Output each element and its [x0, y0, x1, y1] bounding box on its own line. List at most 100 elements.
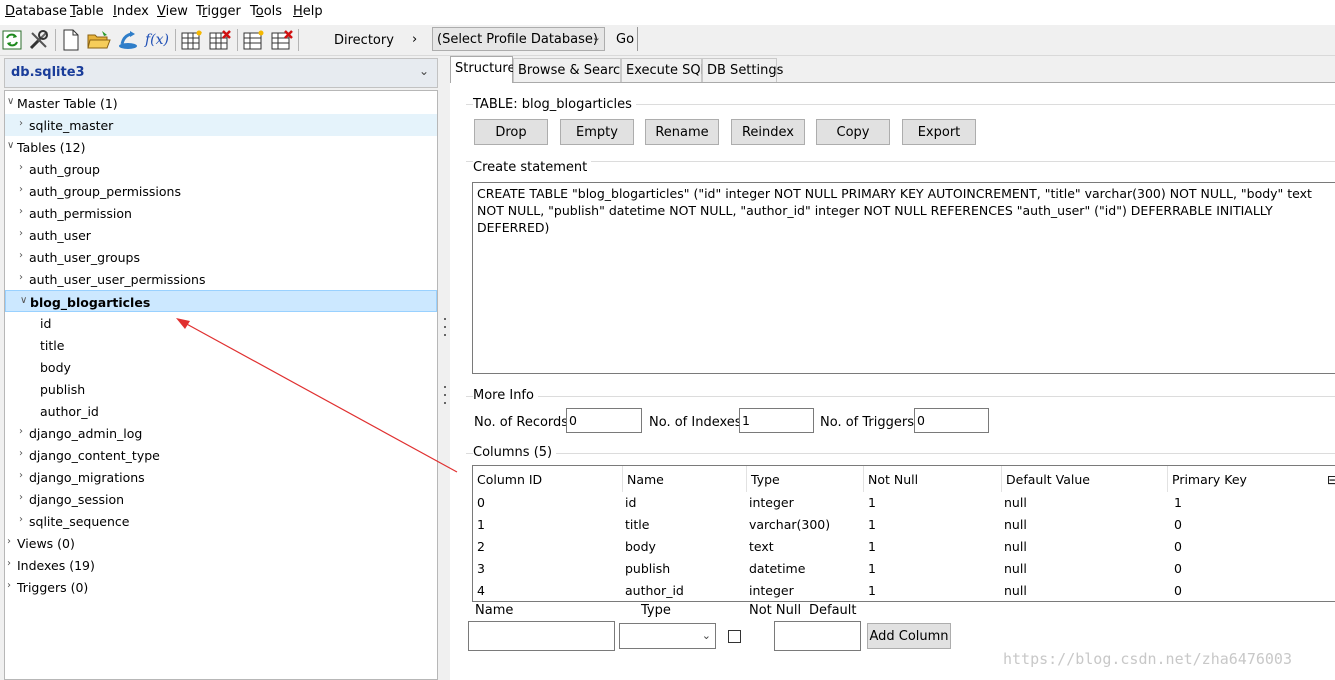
- rename-button[interactable]: Rename: [645, 119, 719, 145]
- tree-table-item[interactable]: › auth_group: [5, 158, 437, 180]
- column-menu-icon[interactable]: ⊟: [1325, 466, 1335, 492]
- chevron-right-icon[interactable]: ›: [19, 228, 29, 239]
- column-header[interactable]: Default Value: [1002, 466, 1168, 492]
- function-icon[interactable]: f(x): [144, 28, 170, 52]
- copy-button[interactable]: Copy: [816, 119, 890, 145]
- tree-column-item[interactable]: id: [5, 312, 437, 334]
- table-cell[interactable]: 1: [864, 580, 880, 601]
- tree-table-item[interactable]: › django_session: [5, 488, 437, 510]
- column-type-select[interactable]: ⌄: [619, 623, 716, 649]
- panel-splitter[interactable]: [440, 56, 450, 680]
- chevron-right-icon[interactable]: ›: [19, 162, 29, 173]
- create-statement-text[interactable]: CREATE TABLE "blog_blogarticles" ("id" i…: [472, 182, 1335, 374]
- table-cell[interactable]: 0: [473, 492, 489, 514]
- table-cell[interactable]: 4: [473, 580, 489, 601]
- go-button[interactable]: Go: [610, 27, 638, 51]
- records-field[interactable]: 0: [566, 408, 642, 433]
- column-default-input[interactable]: [774, 621, 861, 651]
- table-cell[interactable]: 1: [1170, 492, 1186, 514]
- table-cell[interactable]: 1: [864, 558, 880, 580]
- table-cell[interactable]: 0: [1170, 514, 1186, 536]
- directory-arrow-icon[interactable]: ›: [412, 32, 417, 47]
- table-cell[interactable]: null: [1000, 558, 1031, 580]
- tree-table-item[interactable]: › sqlite_master: [5, 114, 437, 136]
- triggers-field[interactable]: 0: [914, 408, 989, 433]
- chevron-right-icon[interactable]: ›: [19, 206, 29, 217]
- refresh-icon[interactable]: [0, 28, 24, 52]
- tree-table-item[interactable]: › sqlite_sequence: [5, 510, 437, 532]
- tree-table-item[interactable]: › django_migrations: [5, 466, 437, 488]
- chevron-right-icon[interactable]: ›: [7, 580, 17, 591]
- table-cell[interactable]: author_id: [621, 580, 688, 601]
- tree-table-item[interactable]: › auth_user: [5, 224, 437, 246]
- table-cell[interactable]: publish: [621, 558, 674, 580]
- indexes-field[interactable]: 1: [739, 408, 814, 433]
- chevron-right-icon[interactable]: ›: [19, 470, 29, 481]
- chevron-right-icon[interactable]: ›: [19, 118, 29, 129]
- table-cell[interactable]: null: [1000, 580, 1031, 601]
- table-cell[interactable]: datetime: [745, 558, 809, 580]
- export-button[interactable]: Export: [902, 119, 976, 145]
- table-cell[interactable]: id: [621, 492, 640, 514]
- tree-group-item[interactable]: › Views (0): [5, 532, 437, 554]
- empty-button[interactable]: Empty: [560, 119, 634, 145]
- table-cell[interactable]: 1: [473, 514, 489, 536]
- table-cell[interactable]: 1: [864, 536, 880, 558]
- tree-column-item[interactable]: body: [5, 356, 437, 378]
- table-cell[interactable]: 3: [473, 558, 489, 580]
- new-index-icon[interactable]: [242, 28, 266, 52]
- table-cell[interactable]: 2: [473, 536, 489, 558]
- menu-database[interactable]: Database: [5, 4, 67, 19]
- new-file-icon[interactable]: [59, 28, 83, 52]
- table-cell[interactable]: null: [1000, 536, 1031, 558]
- drop-button[interactable]: Drop: [474, 119, 548, 145]
- chevron-right-icon[interactable]: ›: [7, 536, 17, 547]
- chevron-down-icon[interactable]: ∨: [7, 96, 17, 107]
- table-cell[interactable]: varchar(300): [745, 514, 834, 536]
- column-header[interactable]: Column ID: [473, 466, 623, 492]
- connect-icon[interactable]: [116, 28, 140, 52]
- chevron-right-icon[interactable]: ›: [19, 184, 29, 195]
- tree-group-item[interactable]: ∨ Master Table (1): [5, 92, 437, 114]
- tree-table-item[interactable]: › auth_user_groups: [5, 246, 437, 268]
- table-cell[interactable]: integer: [745, 492, 798, 514]
- open-folder-icon[interactable]: [87, 28, 111, 52]
- chevron-down-icon[interactable]: ∨: [7, 140, 17, 151]
- table-cell[interactable]: 1: [864, 492, 880, 514]
- tree-column-item[interactable]: publish: [5, 378, 437, 400]
- table-cell[interactable]: body: [621, 536, 660, 558]
- add-column-button[interactable]: Add Column: [867, 623, 951, 649]
- menu-table[interactable]: Table: [70, 4, 104, 19]
- database-select[interactable]: db.sqlite3 ⌄: [4, 58, 438, 88]
- chevron-right-icon[interactable]: ›: [19, 492, 29, 503]
- profile-database-select[interactable]: (Select Profile Database) ⌄: [432, 27, 605, 51]
- column-header[interactable]: Type: [747, 466, 864, 492]
- tree-group-item[interactable]: › Triggers (0): [5, 576, 437, 598]
- chevron-right-icon[interactable]: ›: [19, 250, 29, 261]
- tree-table-item[interactable]: › django_admin_log: [5, 422, 437, 444]
- tree-column-item[interactable]: author_id: [5, 400, 437, 422]
- menu-view[interactable]: View: [157, 4, 188, 19]
- chevron-right-icon[interactable]: ›: [19, 448, 29, 459]
- table-cell[interactable]: null: [1000, 514, 1031, 536]
- drop-index-icon[interactable]: [270, 28, 294, 52]
- chevron-right-icon[interactable]: ›: [7, 558, 17, 569]
- tab-structure[interactable]: Structure: [450, 56, 515, 83]
- chevron-right-icon[interactable]: ›: [19, 426, 29, 437]
- tree-table-item[interactable]: › auth_permission: [5, 202, 437, 224]
- column-header[interactable]: Name: [623, 466, 747, 492]
- menu-help[interactable]: Help: [293, 4, 323, 19]
- column-header[interactable]: Primary Key: [1168, 466, 1335, 492]
- tree-table-item[interactable]: ∨ blog_blogarticles: [5, 290, 437, 312]
- table-cell[interactable]: 0: [1170, 536, 1186, 558]
- reindex-button[interactable]: Reindex: [731, 119, 805, 145]
- chevron-down-icon[interactable]: ∨: [20, 295, 30, 306]
- tab-browse-search[interactable]: Browse & Search: [513, 58, 628, 82]
- table-cell[interactable]: integer: [745, 580, 798, 601]
- table-cell[interactable]: 1: [864, 514, 880, 536]
- table-cell[interactable]: null: [1000, 492, 1031, 514]
- chevron-right-icon[interactable]: ›: [19, 272, 29, 283]
- tools-icon[interactable]: [27, 28, 51, 52]
- drop-table-icon[interactable]: [208, 28, 232, 52]
- menu-tools[interactable]: Tools: [250, 4, 282, 19]
